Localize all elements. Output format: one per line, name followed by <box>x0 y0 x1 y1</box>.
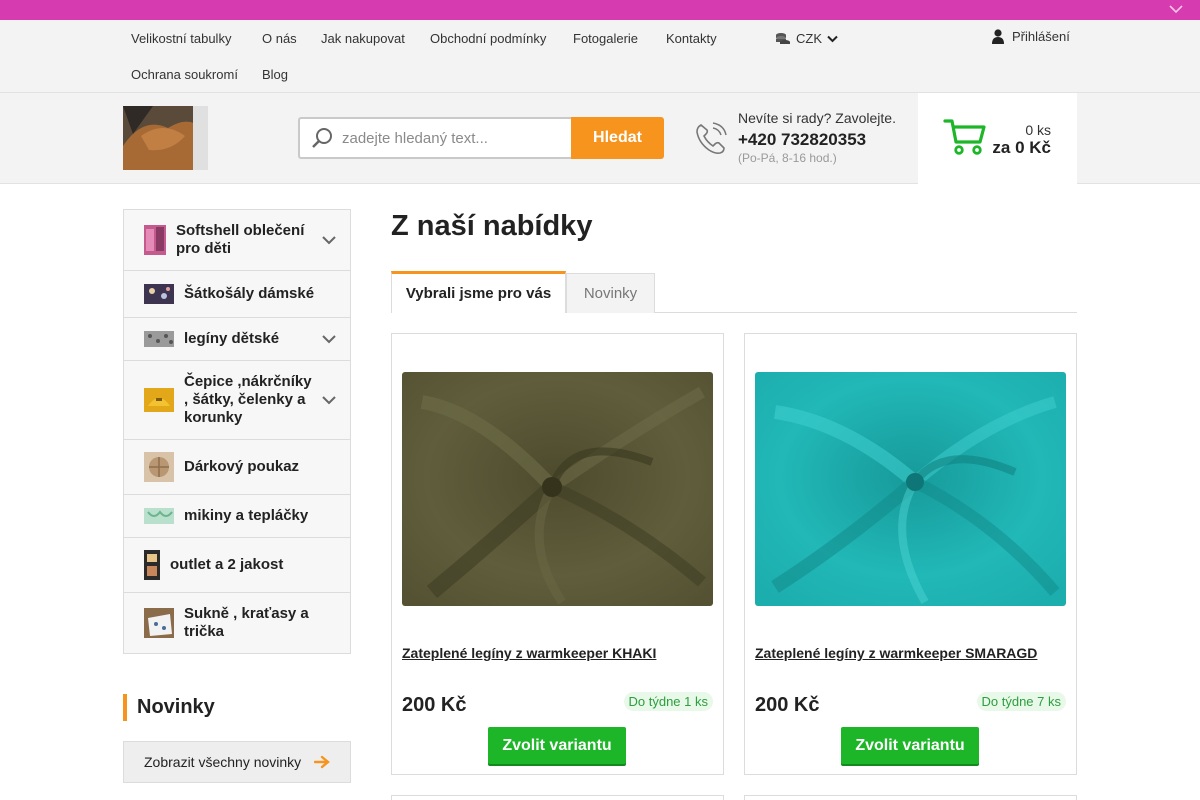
product-card-partial <box>391 795 724 800</box>
product-card: Zateplené legíny z warmkeeper KHAKI 200 … <box>391 333 724 775</box>
search-input[interactable] <box>342 129 562 147</box>
nav-link-terms[interactable]: Obchodní podmínky <box>430 31 546 46</box>
contact-phone[interactable]: +420 732820353 <box>738 130 866 150</box>
currency-selector[interactable]: CZK <box>775 31 838 46</box>
category-thumbnail <box>144 452 174 482</box>
show-all-news-button[interactable]: Zobrazit všechny novinky <box>123 741 351 783</box>
nav-link-gallery[interactable]: Fotogalerie <box>573 31 638 46</box>
coins-icon <box>776 32 790 44</box>
category-thumbnail <box>144 225 166 255</box>
category-item-hoodies[interactable]: mikiny a tepláčky <box>124 495 350 538</box>
search-field[interactable] <box>298 117 572 159</box>
arrow-right-icon <box>314 755 330 769</box>
fabric-photo <box>402 372 713 606</box>
choose-variant-button[interactable]: Zvolit variantu <box>841 727 979 764</box>
currency-label: CZK <box>796 31 822 46</box>
category-label: Sukně , kraťasy a trička <box>184 605 309 640</box>
cart-total: za 0 Kč <box>992 138 1051 157</box>
category-thumbnail <box>144 550 160 580</box>
choose-variant-button[interactable]: Zvolit variantu <box>488 727 626 764</box>
contact-hours: (Po-Pá, 8-16 hod.) <box>738 151 837 165</box>
user-icon <box>992 29 1004 44</box>
category-label: Čepice ,nákrčníky , šátky, čelenky a kor… <box>184 373 312 426</box>
chevron-down-icon[interactable] <box>322 394 336 406</box>
tab-news[interactable]: Novinky <box>566 273 655 313</box>
tab-selected-for-you[interactable]: Vybrali jsme pro vás <box>391 271 566 313</box>
category-thumbnail <box>144 331 174 347</box>
cart-item-count: 0 ks <box>1025 122 1051 138</box>
category-label: legíny dětské <box>184 330 280 347</box>
product-price: 200 Kč <box>402 694 467 716</box>
nav-link-blog[interactable]: Blog <box>262 67 288 82</box>
chevron-down-icon[interactable] <box>322 333 336 345</box>
login-label: Přihlášení <box>1012 29 1070 44</box>
stock-badge: Do týdne 7 ks <box>976 692 1066 711</box>
top-navigation: Velikostní tabulky O nás Jak nakupovat O… <box>0 20 1200 93</box>
stock-badge: Do týdne 1 ks <box>623 692 713 711</box>
fabric-photo <box>755 372 1066 606</box>
category-label: mikiny a tepláčky <box>184 507 309 524</box>
product-card-partial <box>744 795 1077 800</box>
category-label: Softshell oblečení pro děti <box>176 222 305 257</box>
category-thumbnail <box>144 284 174 304</box>
chevron-down-icon[interactable] <box>322 234 336 246</box>
nav-link-about[interactable]: O nás <box>262 31 297 46</box>
category-thumbnail <box>144 608 174 638</box>
product-card: Zateplené legíny z warmkeeper SMARAGD 20… <box>744 333 1077 775</box>
category-thumbnail <box>144 388 174 412</box>
shop-logo[interactable] <box>123 106 208 170</box>
news-heading: Novinky <box>123 694 215 721</box>
chevron-down-icon <box>827 35 838 42</box>
site-header: Hledat Nevíte si rady? Zavolejte. +420 7… <box>0 93 1200 184</box>
category-label: outlet a 2 jakost <box>170 556 284 573</box>
login-link[interactable]: Přihlášení <box>992 29 1070 44</box>
cart-icon <box>943 119 986 155</box>
category-label: Dárkový poukaz <box>184 458 300 475</box>
product-name-link[interactable]: Zateplené legíny z warmkeeper SMARAGD <box>755 645 1037 661</box>
category-menu: Softshell oblečení pro děti Šátkošály dá… <box>123 209 351 654</box>
contact-question: Nevíte si rady? Zavolejte. <box>738 110 896 126</box>
search-button[interactable]: Hledat <box>571 117 664 159</box>
category-item-outlet[interactable]: outlet a 2 jakost <box>124 538 350 593</box>
category-label: Šátkošály dámské <box>184 285 315 302</box>
product-name-link[interactable]: Zateplené legíny z warmkeeper KHAKI <box>402 645 656 661</box>
category-item-leggings[interactable]: legíny dětské <box>124 318 350 361</box>
cart-widget[interactable]: 0 ks za 0 Kč <box>918 93 1077 184</box>
product-image[interactable] <box>755 372 1066 606</box>
category-item-scarves[interactable]: Šátkošály dámské <box>124 271 350 318</box>
category-item-gift-voucher[interactable]: Dárkový poukaz <box>124 440 350 495</box>
category-item-hats[interactable]: Čepice ,nákrčníky , šátky, čelenky a kor… <box>124 361 350 440</box>
page-title: Z naší nabídky <box>391 210 593 242</box>
nav-link-privacy[interactable]: Ochrana soukromí <box>131 67 238 82</box>
search-icon <box>312 128 332 148</box>
close-icon[interactable] <box>1168 2 1184 18</box>
logo-image <box>123 106 208 170</box>
phone-icon <box>696 122 727 154</box>
category-item-skirts[interactable]: Sukně , kraťasy a trička <box>124 593 350 653</box>
show-all-news-label: Zobrazit všechny novinky <box>144 754 302 770</box>
product-price: 200 Kč <box>755 694 820 716</box>
nav-link-how-to-buy[interactable]: Jak nakupovat <box>321 31 405 46</box>
nav-link-size-tables[interactable]: Velikostní tabulky <box>131 31 231 46</box>
product-image[interactable] <box>402 372 713 606</box>
nav-link-contacts[interactable]: Kontakty <box>666 31 717 46</box>
promo-bar <box>0 0 1200 20</box>
category-thumbnail <box>144 508 174 524</box>
category-item-softshell[interactable]: Softshell oblečení pro děti <box>124 210 350 271</box>
